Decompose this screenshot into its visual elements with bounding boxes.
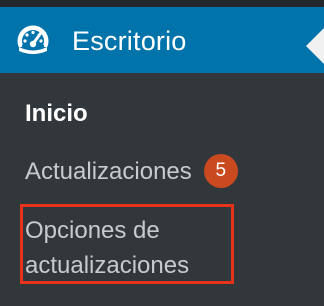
menu-item-dashboard[interactable]: Escritorio (0, 7, 324, 73)
submenu-item-updates[interactable]: Actualizaciones 5 (25, 153, 238, 188)
submenu-item-home[interactable]: Inicio (25, 99, 88, 129)
top-strip (0, 0, 324, 7)
highlight-box (20, 204, 234, 284)
updates-count-badge: 5 (203, 153, 238, 188)
submenu-item-updates-label: Actualizaciones (25, 158, 192, 185)
menu-title: Escritorio (72, 26, 187, 56)
active-menu-arrow (306, 28, 324, 64)
dashboard-gauge-icon (16, 24, 50, 58)
